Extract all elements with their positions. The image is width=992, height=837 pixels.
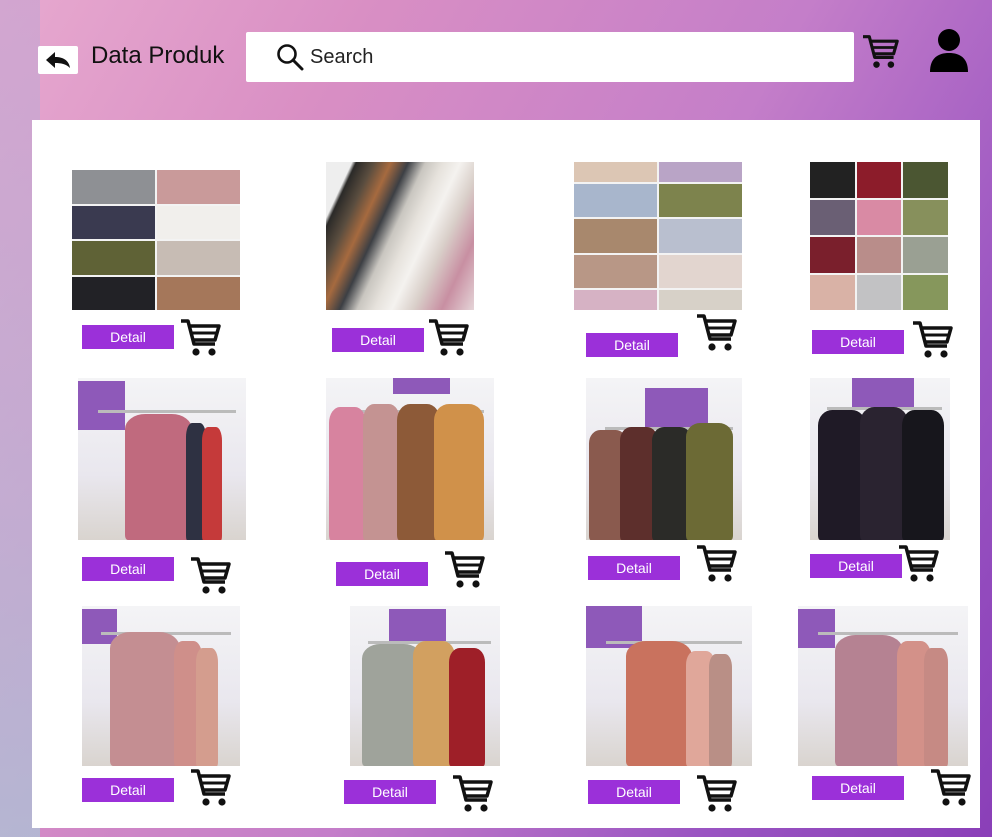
product-image[interactable] — [810, 378, 950, 540]
cart-icon[interactable] — [862, 34, 900, 70]
add-to-cart-icon[interactable] — [180, 318, 222, 358]
add-to-cart-icon[interactable] — [696, 313, 738, 353]
detail-button[interactable]: Detail — [810, 554, 902, 578]
product-image[interactable] — [586, 378, 742, 540]
product-image[interactable] — [72, 170, 240, 310]
detail-button[interactable]: Detail — [82, 557, 174, 581]
search-bar[interactable] — [246, 32, 854, 82]
add-to-cart-icon[interactable] — [912, 320, 954, 360]
product-image[interactable] — [586, 606, 752, 766]
add-to-cart-icon[interactable] — [930, 768, 972, 808]
detail-button[interactable]: Detail — [812, 330, 904, 354]
add-to-cart-icon[interactable] — [452, 774, 494, 814]
header: Data Produk — [0, 0, 992, 110]
product-image[interactable] — [82, 606, 240, 766]
product-image[interactable] — [326, 378, 494, 540]
add-to-cart-icon[interactable] — [696, 774, 738, 814]
arrow-back-icon — [46, 52, 70, 68]
detail-button[interactable]: Detail — [586, 333, 678, 357]
product-grid-panel: Detail Detail Detail Detail Detail Detai… — [32, 120, 980, 828]
detail-button[interactable]: Detail — [812, 776, 904, 800]
product-image[interactable] — [798, 606, 968, 766]
detail-button[interactable]: Detail — [588, 556, 680, 580]
product-image[interactable] — [78, 378, 246, 540]
search-icon — [277, 44, 304, 71]
add-to-cart-icon[interactable] — [190, 768, 232, 808]
product-image[interactable] — [574, 162, 742, 310]
detail-button[interactable]: Detail — [82, 778, 174, 802]
add-to-cart-icon[interactable] — [898, 544, 940, 584]
product-image[interactable] — [810, 162, 948, 310]
product-image[interactable] — [326, 162, 474, 310]
product-image[interactable] — [350, 606, 500, 766]
detail-button[interactable]: Detail — [344, 780, 436, 804]
detail-button[interactable]: Detail — [336, 562, 428, 586]
page-title: Data Produk — [91, 42, 225, 69]
add-to-cart-icon[interactable] — [444, 550, 486, 590]
back-button[interactable] — [38, 46, 78, 74]
user-icon[interactable] — [930, 28, 968, 72]
add-to-cart-icon[interactable] — [190, 556, 232, 596]
detail-button[interactable]: Detail — [588, 780, 680, 804]
detail-button[interactable]: Detail — [82, 325, 174, 349]
detail-button[interactable]: Detail — [332, 328, 424, 352]
search-input[interactable] — [310, 45, 830, 69]
add-to-cart-icon[interactable] — [428, 318, 470, 358]
add-to-cart-icon[interactable] — [696, 544, 738, 584]
